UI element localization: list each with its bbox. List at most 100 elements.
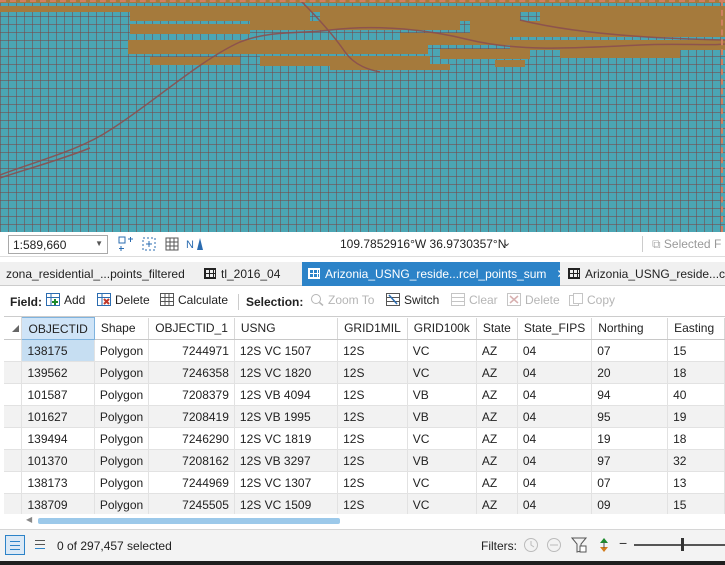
table-cell-state[interactable]: AZ: [476, 427, 518, 450]
table-cell-objectid-1[interactable]: 7246358: [148, 361, 235, 384]
table-cell-shape[interactable]: Polygon: [94, 383, 150, 406]
row-selector[interactable]: [4, 405, 23, 428]
column-header-state-fips[interactable]: State_FIPS: [517, 317, 593, 340]
table-cell-state[interactable]: AZ: [476, 405, 518, 428]
select-all-corner[interactable]: [4, 317, 23, 340]
table-cell-grid1mil[interactable]: 12S: [337, 449, 408, 472]
coordinate-format-chevron-icon[interactable]: ⌄: [502, 236, 511, 249]
table-cell-objectid-1[interactable]: 7208419: [148, 405, 235, 428]
table-cell-state-fips[interactable]: 04: [517, 383, 593, 406]
column-header-grid1mil[interactable]: GRID1MIL: [337, 317, 408, 340]
table-row[interactable]: 138173 Polygon 7244969 12S VC 1307 12S VC AZ 04…: [4, 471, 725, 494]
table-cell-easting[interactable]: 19: [667, 405, 725, 428]
table-cell-easting[interactable]: 13: [667, 471, 725, 494]
map-grid-icon[interactable]: [118, 236, 136, 252]
row-selector[interactable]: [4, 449, 23, 472]
table-cell-usng[interactable]: 12S VC 1307: [234, 471, 339, 494]
table-cell-easting[interactable]: 18: [667, 427, 725, 450]
table-cell-objectid-1[interactable]: 7244971: [148, 339, 235, 362]
table-cell-shape[interactable]: Polygon: [94, 471, 150, 494]
table-cell-northing[interactable]: 07: [591, 471, 669, 494]
table-row[interactable]: 138709 Polygon 7245505 12S VC 1509 12S VC AZ 04…: [4, 493, 725, 514]
table-cell-usng[interactable]: 12S VC 1820: [234, 361, 339, 384]
show-all-records-icon[interactable]: [5, 535, 25, 555]
range-filter-icon[interactable]: [546, 537, 562, 553]
horizontal-scrollbar[interactable]: ◀: [24, 515, 725, 526]
table-cell-objectid[interactable]: 101587: [21, 383, 95, 406]
tab-residential-points-filtered[interactable]: zona_residential_...points_filtered: [0, 262, 196, 286]
column-header-grid100k[interactable]: GRID100k: [407, 317, 477, 340]
table-cell-objectid-1[interactable]: 7244969: [148, 471, 235, 494]
close-icon[interactable]: ✕: [556, 267, 560, 281]
table-cell-grid100k[interactable]: VB: [407, 449, 477, 472]
table-cell-northing[interactable]: 09: [591, 493, 669, 514]
table-cell-shape[interactable]: Polygon: [94, 493, 150, 514]
table-cell-objectid[interactable]: 101627: [21, 405, 95, 428]
table-cell-grid100k[interactable]: VB: [407, 383, 477, 406]
table-cell-grid1mil[interactable]: 12S: [337, 383, 408, 406]
table-cell-easting[interactable]: 15: [667, 339, 725, 362]
zoom-out-icon[interactable]: −: [619, 535, 627, 551]
table-cell-shape[interactable]: Polygon: [94, 427, 150, 450]
table-cell-state[interactable]: AZ: [476, 361, 518, 384]
clear-selection-button[interactable]: Clear: [451, 293, 498, 311]
table-cell-state-fips[interactable]: 04: [517, 471, 593, 494]
table-cell-state-fips[interactable]: 04: [517, 449, 593, 472]
table-zoom-slider[interactable]: [634, 544, 725, 546]
delete-selection-button[interactable]: Delete: [507, 293, 560, 311]
table-cell-state[interactable]: AZ: [476, 383, 518, 406]
table-cell-objectid[interactable]: 138173: [21, 471, 95, 494]
table-cell-grid100k[interactable]: VB: [407, 405, 477, 428]
table-cell-state[interactable]: AZ: [476, 449, 518, 472]
table-cell-objectid[interactable]: 101370: [21, 449, 95, 472]
calculate-field-button[interactable]: Calculate: [160, 293, 228, 311]
row-selector[interactable]: [4, 383, 23, 406]
table-cell-objectid[interactable]: 138175: [21, 339, 95, 362]
show-selected-records-icon[interactable]: [31, 535, 51, 555]
table-cell-state-fips[interactable]: 04: [517, 493, 593, 514]
table-row[interactable]: 139494 Polygon 7246290 12S VC 1819 12S VC AZ 04…: [4, 427, 725, 450]
table-cell-state-fips[interactable]: 04: [517, 339, 593, 362]
column-header-objectid-1[interactable]: OBJECTID_1: [148, 317, 235, 340]
table-cell-usng[interactable]: 12S VB 4094: [234, 383, 339, 406]
tab-usng-parcel-points-sum[interactable]: Arizonia_USNG_reside...rcel_points_sum✕: [302, 262, 560, 286]
table-cell-northing[interactable]: 94: [591, 383, 669, 406]
table-cell-state-fips[interactable]: 04: [517, 405, 593, 428]
table-cell-shape[interactable]: Polygon: [94, 405, 150, 428]
table-grid-icon[interactable]: [164, 236, 182, 252]
table-cell-objectid-1[interactable]: 7208162: [148, 449, 235, 472]
table-cell-objectid-1[interactable]: 7208379: [148, 383, 235, 406]
table-cell-usng[interactable]: 12S VC 1509: [234, 493, 339, 514]
scroll-left-icon[interactable]: ◀: [26, 515, 32, 524]
row-selector[interactable]: [4, 493, 23, 514]
table-cell-grid100k[interactable]: VC: [407, 427, 477, 450]
table-cell-northing[interactable]: 95: [591, 405, 669, 428]
attribute-table[interactable]: OBJECTID Shape OBJECTID_1 USNG GRID1MIL …: [4, 316, 725, 514]
column-header-usng[interactable]: USNG: [234, 317, 339, 340]
table-cell-objectid-1[interactable]: 7245505: [148, 493, 235, 514]
table-cell-grid1mil[interactable]: 12S: [337, 361, 408, 384]
table-cell-state[interactable]: AZ: [476, 493, 518, 514]
table-cell-grid100k[interactable]: VC: [407, 471, 477, 494]
table-cell-shape[interactable]: Polygon: [94, 339, 150, 362]
table-cell-objectid-1[interactable]: 7246290: [148, 427, 235, 450]
table-filter-icon[interactable]: [570, 537, 588, 553]
table-cell-state[interactable]: AZ: [476, 339, 518, 362]
scrollbar-thumb[interactable]: [38, 518, 340, 524]
table-cell-easting[interactable]: 40: [667, 383, 725, 406]
table-cell-usng[interactable]: 12S VC 1507: [234, 339, 339, 362]
zoom-to-button[interactable]: Zoom To: [310, 293, 374, 311]
table-row[interactable]: 139562 Polygon 7246358 12S VC 1820 12S VC AZ 04…: [4, 361, 725, 384]
table-cell-usng[interactable]: 12S VB 1995: [234, 405, 339, 428]
column-header-shape[interactable]: Shape: [94, 317, 150, 340]
switch-selection-button[interactable]: Switch: [386, 293, 439, 311]
table-cell-usng[interactable]: 12S VC 1819: [234, 427, 339, 450]
sort-toggle-icon[interactable]: [596, 537, 612, 553]
row-selector[interactable]: [4, 339, 23, 362]
table-cell-northing[interactable]: 20: [591, 361, 669, 384]
table-row[interactable]: 101370 Polygon 7208162 12S VB 3297 12S VB AZ 04…: [4, 449, 725, 472]
tab-tl-2016-04[interactable]: tl_2016_04: [198, 262, 298, 286]
row-selector[interactable]: [4, 471, 23, 494]
table-cell-northing[interactable]: 19: [591, 427, 669, 450]
table-cell-northing[interactable]: 97: [591, 449, 669, 472]
